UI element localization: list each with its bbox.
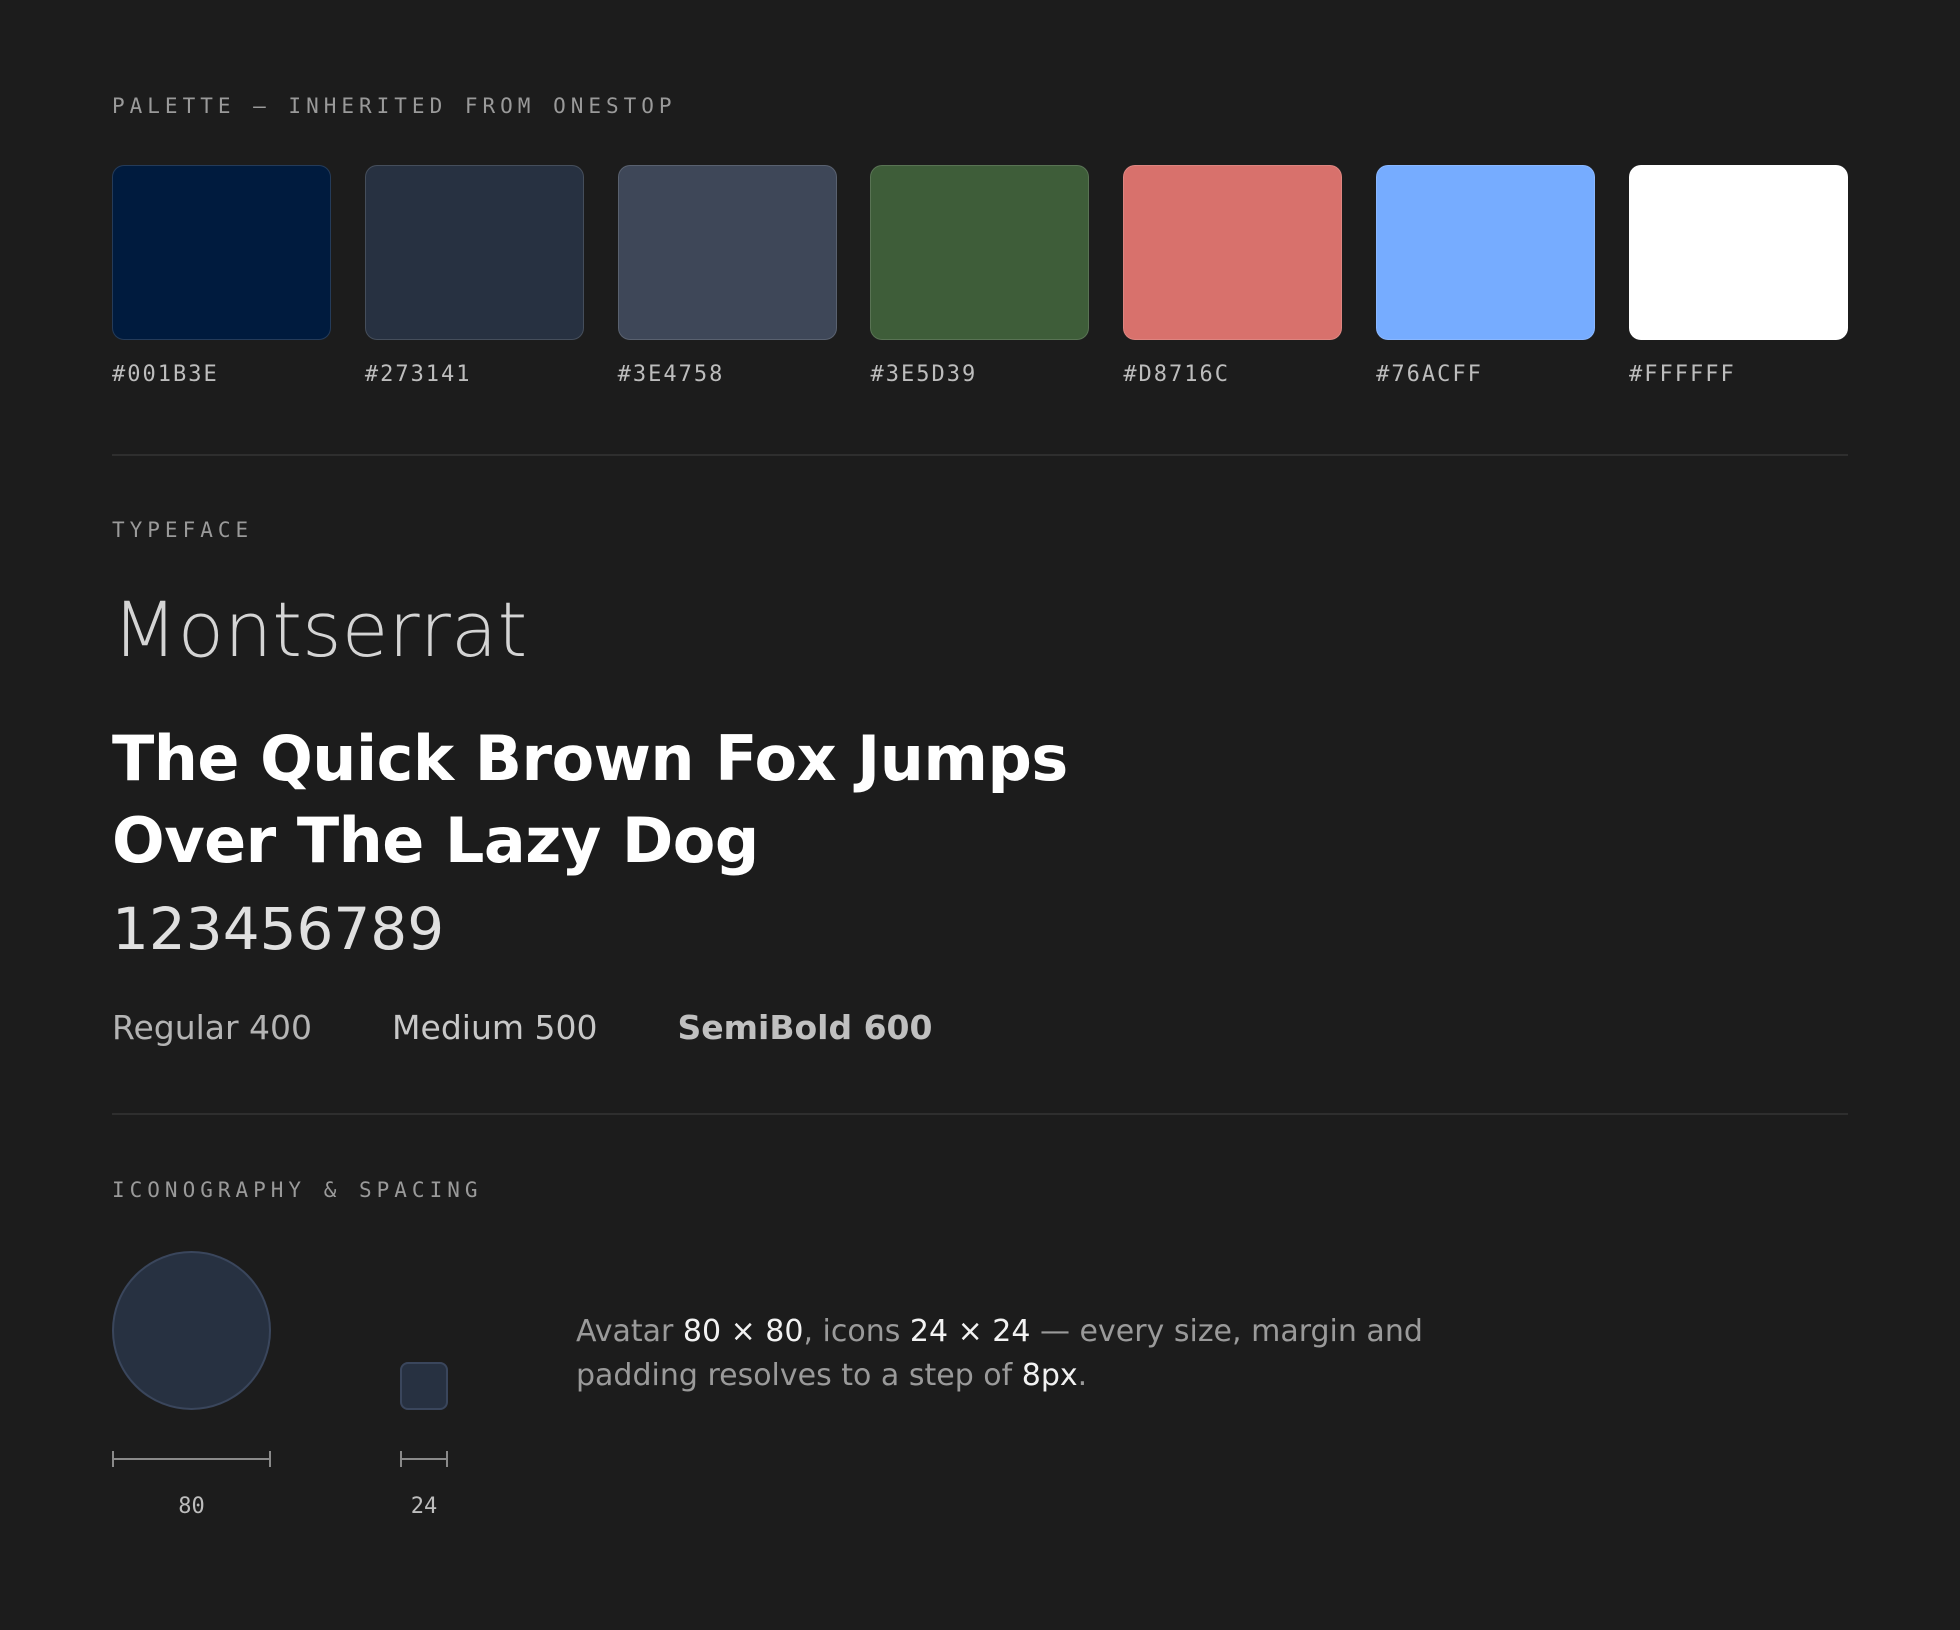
- swatch-hex: #FFFFFF: [1628, 362, 1736, 387]
- color-swatch: [617, 165, 837, 340]
- palette-swatches: #001B3E #273141 #3E4758 #3E5D39 #D8716C …: [112, 165, 1848, 387]
- desc-text: .: [1077, 1358, 1088, 1393]
- swatch-item: #FFFFFF: [1628, 165, 1848, 387]
- icon-size-label: 24: [410, 1494, 438, 1519]
- swatch-item: #273141: [364, 165, 584, 387]
- section-divider: [112, 454, 1848, 456]
- digits-sample: 123456789: [112, 895, 445, 963]
- color-swatch: [870, 165, 1090, 340]
- pangram-sample: The Quick Brown Fox Jumps Over The Lazy …: [112, 722, 1068, 877]
- weight-medium: Medium 500: [392, 1008, 598, 1047]
- swatch-hex: #273141: [364, 362, 472, 387]
- color-swatch: [364, 165, 584, 340]
- desc-text: , icons: [803, 1314, 910, 1349]
- iconography-section-label: ICONOGRAPHY & SPACING: [112, 1178, 483, 1202]
- swatch-hex: #76ACFF: [1376, 362, 1483, 387]
- swatch-item: #76ACFF: [1376, 165, 1596, 387]
- color-swatch: [1628, 165, 1848, 340]
- swatch-item: #3E5D39: [870, 165, 1090, 387]
- avatar-size-label: 80: [178, 1494, 205, 1519]
- color-swatch: [112, 165, 331, 340]
- swatch-item: #D8716C: [1123, 165, 1343, 387]
- desc-highlight: 80 × 80: [682, 1314, 804, 1349]
- weight-regular: Regular 400: [112, 1008, 313, 1047]
- avatar-sample: [112, 1251, 271, 1410]
- swatch-hex: #001B3E: [112, 362, 219, 387]
- swatch-hex: #3E4758: [617, 362, 725, 387]
- swatch-hex: #3E5D39: [870, 362, 978, 387]
- desc-text: Avatar: [576, 1314, 683, 1349]
- spacing-description: Avatar 80 × 80, icons 24 × 24 — every si…: [576, 1310, 1436, 1398]
- font-name: Montserrat: [112, 585, 528, 674]
- typeface-section-label: TYPEFACE: [112, 518, 254, 542]
- desc-highlight: 8px: [1021, 1358, 1078, 1393]
- swatch-hex: #D8716C: [1123, 362, 1231, 387]
- palette-section-label: PALETTE — INHERITED FROM ONESTOP: [112, 94, 677, 118]
- icon-sample: [400, 1362, 448, 1410]
- swatch-item: #001B3E: [112, 165, 331, 387]
- icon-measure-line: [400, 1450, 448, 1468]
- avatar-measure-line: [112, 1450, 271, 1468]
- color-swatch: [1376, 165, 1596, 340]
- font-weights: Regular 400 Medium 500 SemiBold 600: [112, 1008, 932, 1047]
- swatch-item: #3E4758: [617, 165, 837, 387]
- weight-semibold: SemiBold 600: [677, 1008, 933, 1047]
- desc-highlight: 24 × 24: [909, 1314, 1031, 1349]
- color-swatch: [1123, 165, 1343, 340]
- section-divider: [112, 1113, 1848, 1115]
